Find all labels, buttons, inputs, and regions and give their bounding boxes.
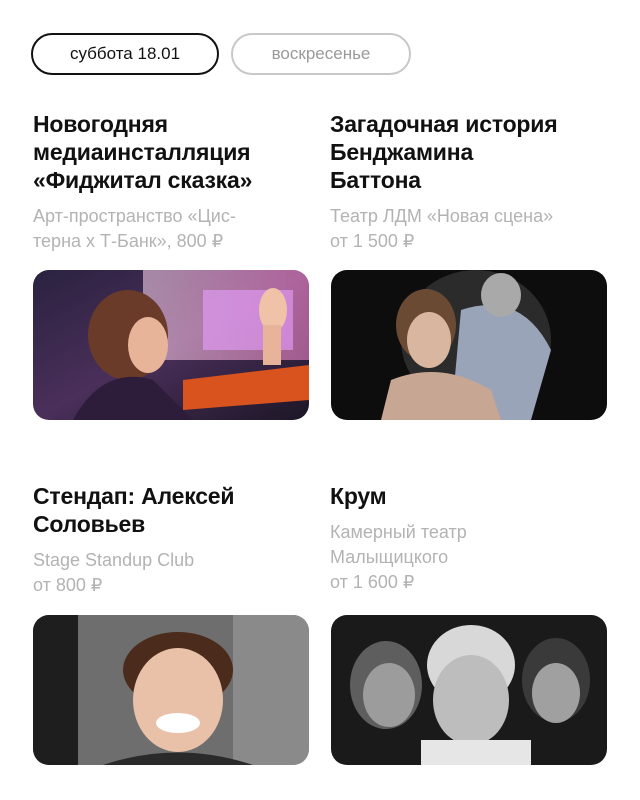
event-title: Загадочная история Бенджамина Баттона xyxy=(330,111,558,193)
event-venue-price: Театр ЛДМ «Новая сцена» от 1 500 ₽ xyxy=(330,206,554,251)
event-venue-price: Stage Standup Club от 800 ₽ xyxy=(33,550,195,595)
tab-sunday[interactable]: воскресенье xyxy=(231,33,411,75)
event-image-benjamin-button[interactable] xyxy=(331,270,607,420)
event-card-standup[interactable]: Стендап: Алексей Соловьев Stage Standup … xyxy=(33,482,309,598)
event-title: Крум xyxy=(330,483,387,509)
event-venue-price: Арт-пространство «Цис- терна х Т-Банк», … xyxy=(33,206,236,251)
event-card-krum[interactable]: Крум Камерный театр Малыщицкого от 1 600… xyxy=(330,482,606,595)
event-image-krum[interactable] xyxy=(331,615,607,765)
date-tabs: суббота 18.01 воскресенье xyxy=(31,33,411,75)
event-card-benjamin-button[interactable]: Загадочная история Бенджамина Баттона Те… xyxy=(330,110,606,254)
event-title: Новогодняя медиаинсталляция «Фиджитал ск… xyxy=(33,111,253,193)
event-card-fidzhital[interactable]: Новогодняя медиаинсталляция «Фиджитал ск… xyxy=(33,110,309,254)
event-title: Стендап: Алексей Соловьев xyxy=(33,483,235,537)
event-image-fidzhital[interactable] xyxy=(33,270,309,420)
tab-saturday[interactable]: суббота 18.01 xyxy=(31,33,219,75)
event-venue-price: Камерный театр Малыщицкого от 1 600 ₽ xyxy=(330,522,467,592)
event-image-standup[interactable] xyxy=(33,615,309,765)
